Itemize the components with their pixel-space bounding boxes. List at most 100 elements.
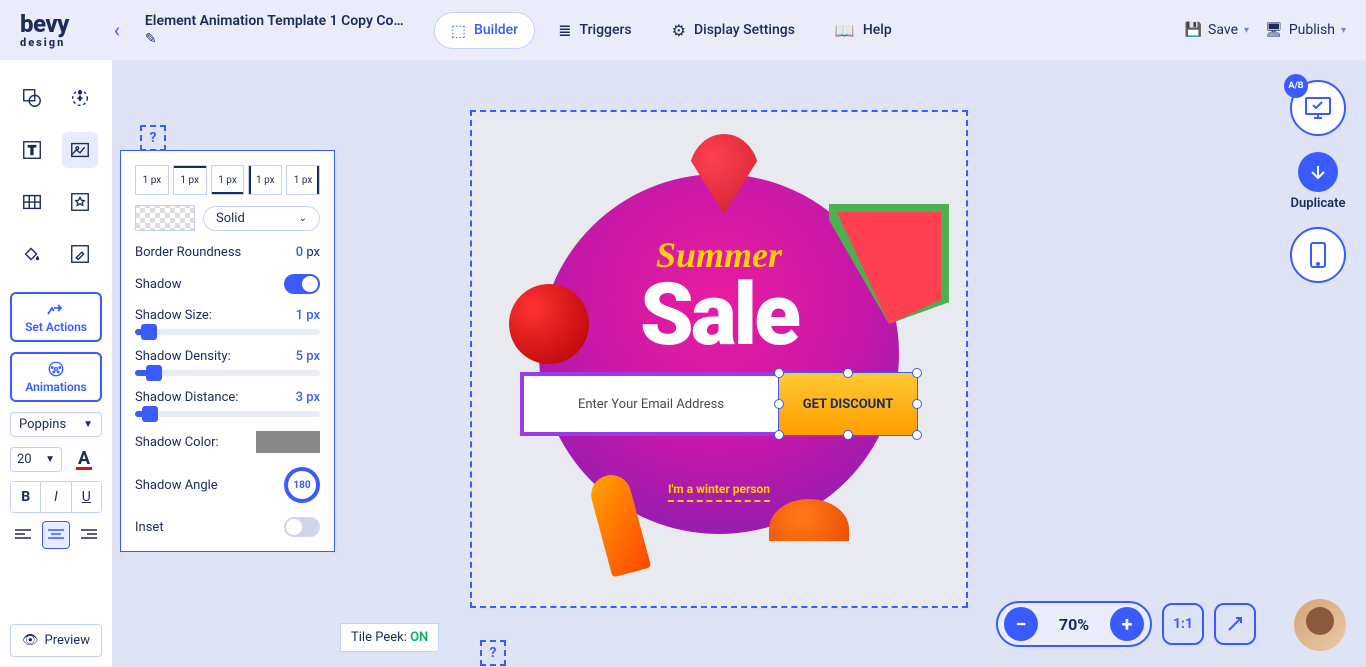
shadow-size-label: Shadow Size:	[135, 308, 212, 323]
shadow-size-slider[interactable]	[135, 329, 320, 335]
save-button[interactable]: 💾Save▾	[1185, 22, 1249, 38]
align-row	[10, 521, 102, 549]
eye-icon: 👁	[22, 633, 39, 648]
logo-text: bevy	[20, 12, 69, 36]
font-color-button[interactable]: A	[70, 445, 98, 473]
zoom-out-button[interactable]: −	[1004, 607, 1038, 641]
resize-handle[interactable]	[774, 368, 784, 378]
page-title: Element Animation Template 1 Copy Cop...	[145, 13, 405, 29]
tab-builder[interactable]: ⬚Builder	[435, 13, 534, 48]
resize-handle[interactable]	[912, 399, 922, 409]
set-actions-button[interactable]: Set Actions	[10, 292, 102, 342]
tool-grid[interactable]	[14, 184, 50, 220]
top-right: 💾Save▾ 🖥Publish▾	[1185, 22, 1346, 38]
chevron-down-icon: ⌄	[299, 213, 307, 224]
strawberry-image[interactable]	[689, 134, 759, 214]
inset-label: Inset	[135, 520, 164, 535]
email-input[interactable]: Enter Your Email Address	[520, 372, 778, 436]
preview-button[interactable]: 👁Preview	[10, 624, 102, 657]
zoom-in-button[interactable]: +	[1110, 607, 1144, 641]
logo-sub: design	[20, 36, 69, 49]
tab-display[interactable]: ⚙Display Settings	[656, 13, 811, 48]
cherry-image[interactable]	[509, 284, 589, 364]
tool-node[interactable]: +	[62, 80, 98, 116]
ab-badge: A/B	[1284, 74, 1308, 98]
right-floaters: A/B Duplicate	[1290, 80, 1346, 283]
popsicle-image[interactable]	[587, 471, 652, 578]
design-content: Summer Sale I'm a winter person Enter Yo…	[472, 112, 966, 606]
underline-button[interactable]: U	[71, 482, 101, 512]
shadow-color-label: Shadow Color:	[135, 435, 219, 450]
resize-handle[interactable]	[912, 430, 922, 440]
tool-image[interactable]	[62, 132, 98, 168]
tool-shape[interactable]	[14, 80, 50, 116]
ratio-button[interactable]: 1:1	[1162, 603, 1204, 645]
shadow-distance-slider[interactable]	[135, 411, 320, 417]
tab-help[interactable]: 📖Help	[819, 13, 908, 48]
watermelon-image[interactable]	[829, 204, 949, 324]
border-right-input[interactable]: 1 px	[286, 165, 320, 195]
canvas[interactable]: Summer Sale I'm a winter person Enter Yo…	[470, 110, 968, 608]
border-bottom-input[interactable]: 1 px	[211, 165, 245, 195]
tool-fill[interactable]	[14, 236, 50, 272]
zoom-controls: − 70% + 1:1	[996, 601, 1256, 647]
tool-edit[interactable]	[62, 236, 98, 272]
inset-toggle[interactable]	[284, 517, 320, 537]
align-left-button[interactable]	[10, 521, 36, 549]
duplicate-button[interactable]	[1298, 152, 1338, 192]
shadow-density-slider[interactable]	[135, 370, 320, 376]
publish-icon: 🖥	[1265, 22, 1283, 38]
roundness-label: Border Roundness	[135, 245, 241, 260]
publish-button[interactable]: 🖥Publish▾	[1265, 22, 1346, 38]
shadow-label: Shadow	[135, 277, 181, 292]
shadow-angle-label: Shadow Angle	[135, 478, 218, 493]
font-size-input[interactable]: 20▼	[10, 447, 62, 472]
properties-panel: 1 px 1 px 1 px 1 px 1 px Solid⌄ Border R…	[120, 150, 335, 552]
sale-text[interactable]: Sale	[640, 264, 798, 365]
orange-image[interactable]	[769, 499, 849, 559]
border-left-input[interactable]: 1 px	[248, 165, 282, 195]
help-badge-bottom[interactable]: ?	[480, 640, 506, 666]
shadow-angle-dial[interactable]: 180	[284, 467, 320, 503]
tool-text[interactable]: T	[14, 132, 50, 168]
display-icon: ⚙	[672, 21, 686, 40]
tile-peek[interactable]: Tile Peek: ON	[340, 623, 439, 652]
builder-icon: ⬚	[451, 21, 466, 40]
tool-star[interactable]	[62, 184, 98, 220]
save-icon: 💾	[1185, 22, 1202, 38]
resize-handle[interactable]	[774, 399, 784, 409]
text-style-row: B I U	[10, 481, 102, 513]
bold-button[interactable]: B	[11, 482, 40, 512]
resize-handle[interactable]	[843, 368, 853, 378]
back-button[interactable]: ‹	[99, 12, 135, 48]
border-all-input[interactable]: 1 px	[135, 165, 169, 195]
tab-triggers[interactable]: ≣Triggers	[542, 13, 648, 48]
resize-handle[interactable]	[774, 430, 784, 440]
winter-link[interactable]: I'm a winter person	[668, 482, 770, 502]
help-badge[interactable]: ?	[140, 125, 166, 151]
duplicate-label: Duplicate	[1291, 196, 1346, 211]
resize-handle[interactable]	[843, 430, 853, 440]
discount-button[interactable]: GET DISCOUNT	[778, 372, 918, 436]
sidebar: + T Set Actions Animations Poppins▼ 20▼ …	[0, 60, 112, 667]
help-icon: 📖	[835, 21, 855, 40]
mobile-preview-button[interactable]	[1290, 227, 1346, 283]
align-right-button[interactable]	[76, 521, 102, 549]
font-select[interactable]: Poppins▼	[10, 412, 102, 437]
shadow-toggle[interactable]	[284, 274, 320, 294]
border-style-select[interactable]: Solid⌄	[203, 206, 320, 231]
shadow-color-swatch[interactable]	[256, 431, 320, 453]
border-top-input[interactable]: 1 px	[173, 165, 207, 195]
chevron-down-icon: ▾	[1244, 25, 1249, 36]
user-avatar[interactable]	[1294, 599, 1346, 651]
background-circle[interactable]: Summer Sale I'm a winter person	[539, 174, 899, 534]
border-color-swatch[interactable]	[135, 205, 195, 231]
animations-button[interactable]: Animations	[10, 352, 102, 402]
expand-button[interactable]	[1214, 603, 1256, 645]
resize-handle[interactable]	[912, 368, 922, 378]
edit-icon[interactable]: ✎	[145, 31, 405, 47]
align-center-button[interactable]	[42, 521, 70, 549]
italic-button[interactable]: I	[40, 482, 70, 512]
zoom-value: 70%	[1052, 615, 1096, 634]
title-block[interactable]: Element Animation Template 1 Copy Cop...…	[145, 13, 405, 47]
